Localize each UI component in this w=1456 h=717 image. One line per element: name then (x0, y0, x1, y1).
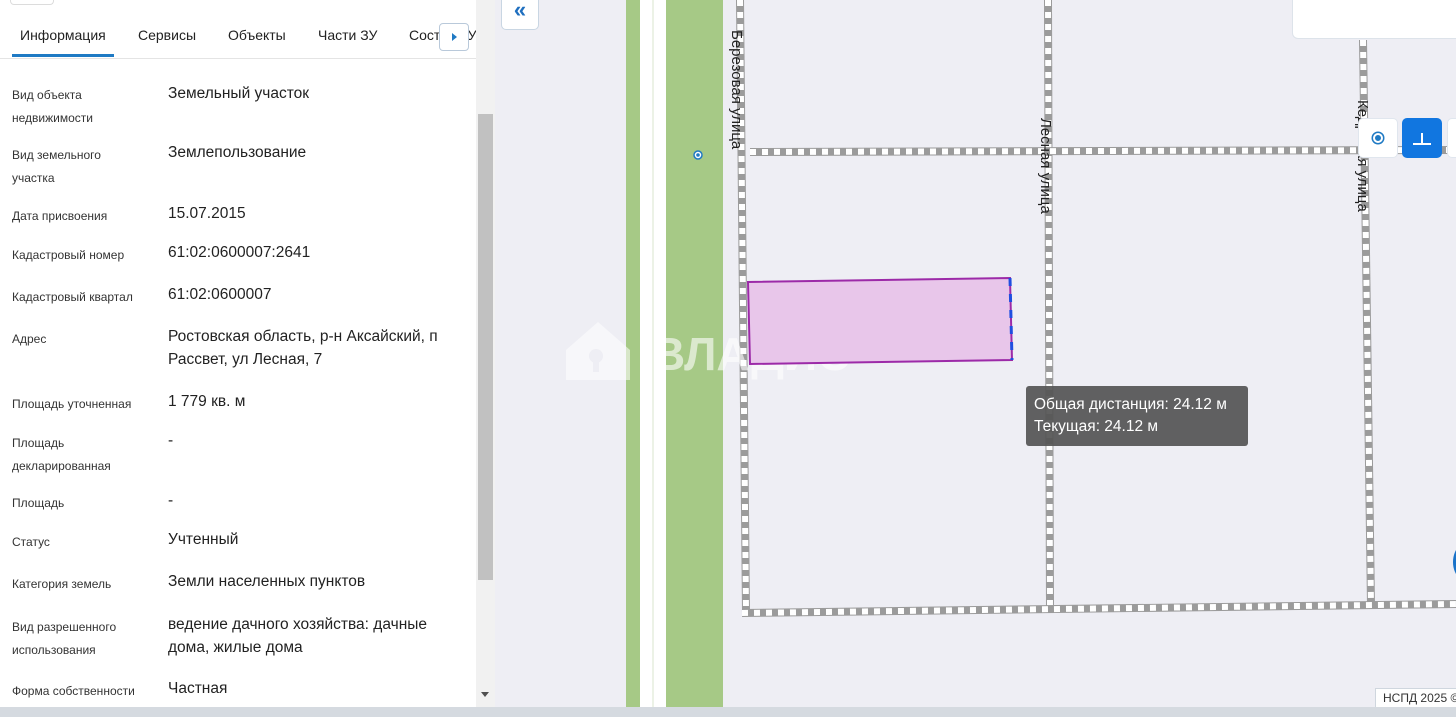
info-label: Площадь декларированная (12, 436, 111, 473)
info-label: Дата присвоения (12, 209, 108, 223)
double-chevron-left-icon: « (513, 0, 527, 22)
info-label: Площадь уточненная (12, 397, 132, 411)
info-value: 1 779 кв. м (168, 393, 246, 410)
info-value: 61:02:0600007 (168, 286, 272, 303)
map-search-box[interactable] (1292, 0, 1456, 39)
measure-tooltip: Общая дистанция: 24.12 м Текущая: 24.12 … (1026, 386, 1248, 446)
map-view[interactable]: ВЛАДИС Березовая улица Лесная улица Кедр… (495, 0, 1456, 717)
info-label: Категория земель (12, 577, 112, 591)
watermark-logo (566, 322, 630, 380)
info-value: Частная (168, 680, 228, 697)
info-label: Форма собственности (12, 684, 135, 698)
info-value: 15.07.2015 (168, 205, 246, 222)
street-label-berezovaya: Березовая улица (728, 30, 745, 150)
locate-dot-icon (1373, 133, 1383, 143)
tab-services[interactable]: Сервисы (138, 27, 196, 43)
map-point-center (696, 153, 700, 157)
street-label-lesnaya: Лесная улица (1037, 118, 1054, 214)
tab-parcel-parts[interactable]: Части ЗУ (318, 27, 377, 43)
ruler-measure-icon (1413, 133, 1431, 145)
info-value: Землепользование (168, 144, 307, 161)
tabs-scroll-right-button[interactable] (439, 23, 469, 51)
map-attribution: НСПД 2025 © (1375, 688, 1456, 708)
tab-bar: Информация Сервисы Объекты Части ЗУ Сост… (0, 14, 476, 59)
collapse-panel-button[interactable]: « (501, 0, 539, 30)
map-canvas: ВЛАДИС Березовая улица Лесная улица Кедр… (566, 0, 1456, 717)
bottom-image-strip (0, 707, 1456, 717)
active-tab-indicator (12, 54, 114, 57)
tab-objects[interactable]: Объекты (228, 27, 286, 43)
info-value: - (168, 432, 174, 449)
map-tool-button[interactable] (1447, 118, 1456, 158)
info-value: 61:02:0600007:2641 (168, 244, 311, 261)
info-value: ведение дачного хозяйства: дачные дома, … (168, 616, 428, 656)
info-label: Кадастровый номер (12, 248, 125, 262)
info-label: Площадь (12, 496, 65, 510)
info-label: Вид объекта недвижимости (12, 88, 93, 125)
scroll-down-arrow-icon[interactable] (481, 692, 489, 697)
panel-top-handle[interactable] (10, 0, 54, 5)
arrow-right-icon (452, 33, 457, 41)
info-value: Ростовская область, р-н Аксайский, п Рас… (168, 328, 438, 368)
current-distance-text: Текущая: 24.12 м (1034, 418, 1159, 435)
info-label: Вид земельного участка (12, 148, 101, 185)
info-panel: Информация Сервисы Объекты Части ЗУ Сост… (0, 0, 476, 717)
info-value: Земли населенных пунктов (168, 573, 366, 590)
info-value: Учтенный (168, 531, 239, 548)
panel-scrollbar-thumb[interactable] (478, 114, 493, 580)
info-label: Статус (12, 535, 50, 549)
info-value: - (168, 492, 174, 509)
total-distance-text: Общая дистанция: 24.12 м (1034, 396, 1227, 413)
info-value: Земельный участок (168, 85, 310, 102)
locate-button[interactable] (1358, 118, 1398, 158)
land-parcel[interactable] (746, 276, 1014, 366)
measure-button[interactable] (1402, 118, 1442, 158)
tab-information[interactable]: Информация (20, 27, 106, 43)
info-label: Вид разрешенного использования (12, 620, 117, 657)
info-label: Адрес (12, 332, 47, 346)
info-label: Кадастровый квартал (12, 290, 133, 304)
